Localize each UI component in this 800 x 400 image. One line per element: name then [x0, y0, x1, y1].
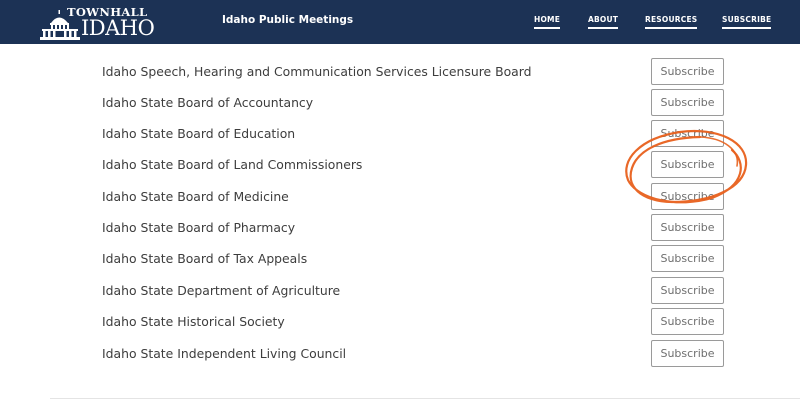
board-name: Idaho State Board of Tax Appeals: [102, 251, 308, 266]
nav-resources-link[interactable]: RESOURCES: [645, 15, 698, 29]
nav-home-link[interactable]: HOME: [534, 15, 561, 29]
board-row: Idaho State Board of Tax Appeals Subscri…: [0, 245, 800, 276]
board-name: Idaho State Department of Agriculture: [102, 283, 341, 298]
board-row: Idaho State Board of Pharmacy Subscribe: [0, 214, 800, 245]
board-row: Idaho State Board of Education Subscribe: [0, 120, 800, 151]
board-name: Idaho State Independent Living Council: [102, 346, 347, 361]
board-name: Idaho State Board of Education: [102, 126, 296, 141]
subscribe-button[interactable]: Subscribe: [651, 277, 724, 304]
site-header: TOWNHALL IDAHO Idaho Public Meetings HOM…: [0, 0, 800, 44]
nav-about-link[interactable]: ABOUT: [588, 15, 619, 29]
subscribe-button[interactable]: Subscribe: [651, 183, 724, 210]
board-name: Idaho State Board of Land Commissioners: [102, 157, 363, 172]
board-row: Idaho State Independent Living Council S…: [0, 340, 800, 371]
board-row: Idaho State Board of Accountancy Subscri…: [0, 89, 800, 120]
board-row: Idaho State Board of Medicine Subscribe: [0, 183, 800, 214]
subscribe-button[interactable]: Subscribe: [651, 214, 724, 241]
board-row: Idaho State Board of Land Commissioners …: [0, 151, 800, 182]
board-name: Idaho State Historical Society: [102, 314, 285, 329]
board-name: Idaho State Board of Pharmacy: [102, 220, 296, 235]
subscribe-button[interactable]: Subscribe: [651, 120, 724, 147]
subscribe-button[interactable]: Subscribe: [651, 58, 724, 85]
subscribe-button[interactable]: Subscribe: [651, 340, 724, 367]
nav-subscribe-link[interactable]: SUBSCRIBE: [722, 15, 772, 29]
subscribe-button[interactable]: Subscribe: [651, 245, 724, 272]
subscribe-button[interactable]: Subscribe: [651, 308, 724, 335]
site-title: Idaho Public Meetings: [222, 14, 354, 26]
board-row: Idaho State Historical Society Subscribe: [0, 308, 800, 339]
board-name: Idaho State Board of Medicine: [102, 189, 289, 204]
board-name: Idaho State Board of Accountancy: [102, 95, 314, 110]
townhall-idaho-logo[interactable]: TOWNHALL IDAHO: [40, 5, 155, 40]
footer-divider: [50, 398, 800, 399]
subscribe-button[interactable]: Subscribe: [651, 151, 724, 178]
subscribe-button[interactable]: Subscribe: [651, 89, 724, 116]
board-row: Idaho State Department of Agriculture Su…: [0, 277, 800, 308]
logo-idaho-text: IDAHO: [81, 16, 155, 40]
board-row: Idaho Speech, Hearing and Communication …: [0, 58, 800, 89]
board-name: Idaho Speech, Hearing and Communication …: [102, 64, 532, 79]
